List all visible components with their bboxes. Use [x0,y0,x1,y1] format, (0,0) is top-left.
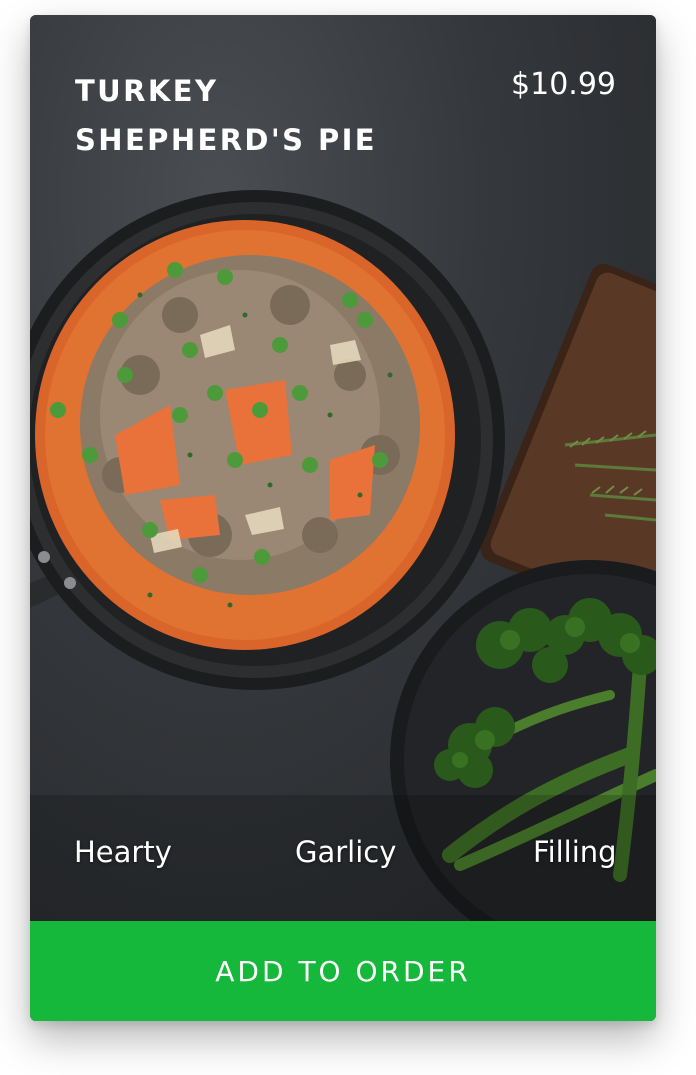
add-to-order-button[interactable]: ADD TO ORDER [30,921,656,1021]
product-price: $10.99 [511,67,616,102]
tag-garlicy: Garlicy [295,835,397,869]
flavor-tags: Hearty Garlicy Filling [30,835,656,875]
title-line-2: SHEPHERD'S PIE [75,123,378,157]
skillet [30,190,505,690]
title-line-1: TURKEY [75,74,219,108]
product-title: TURKEY SHEPHERD'S PIE [75,67,377,165]
dish-image: TURKEY SHEPHERD'S PIE $10.99 Hearty Garl… [30,15,656,921]
product-card: TURKEY SHEPHERD'S PIE $10.99 Hearty Garl… [30,15,656,1021]
tag-filling: Filling [533,835,617,869]
tag-hearty: Hearty [74,835,172,869]
